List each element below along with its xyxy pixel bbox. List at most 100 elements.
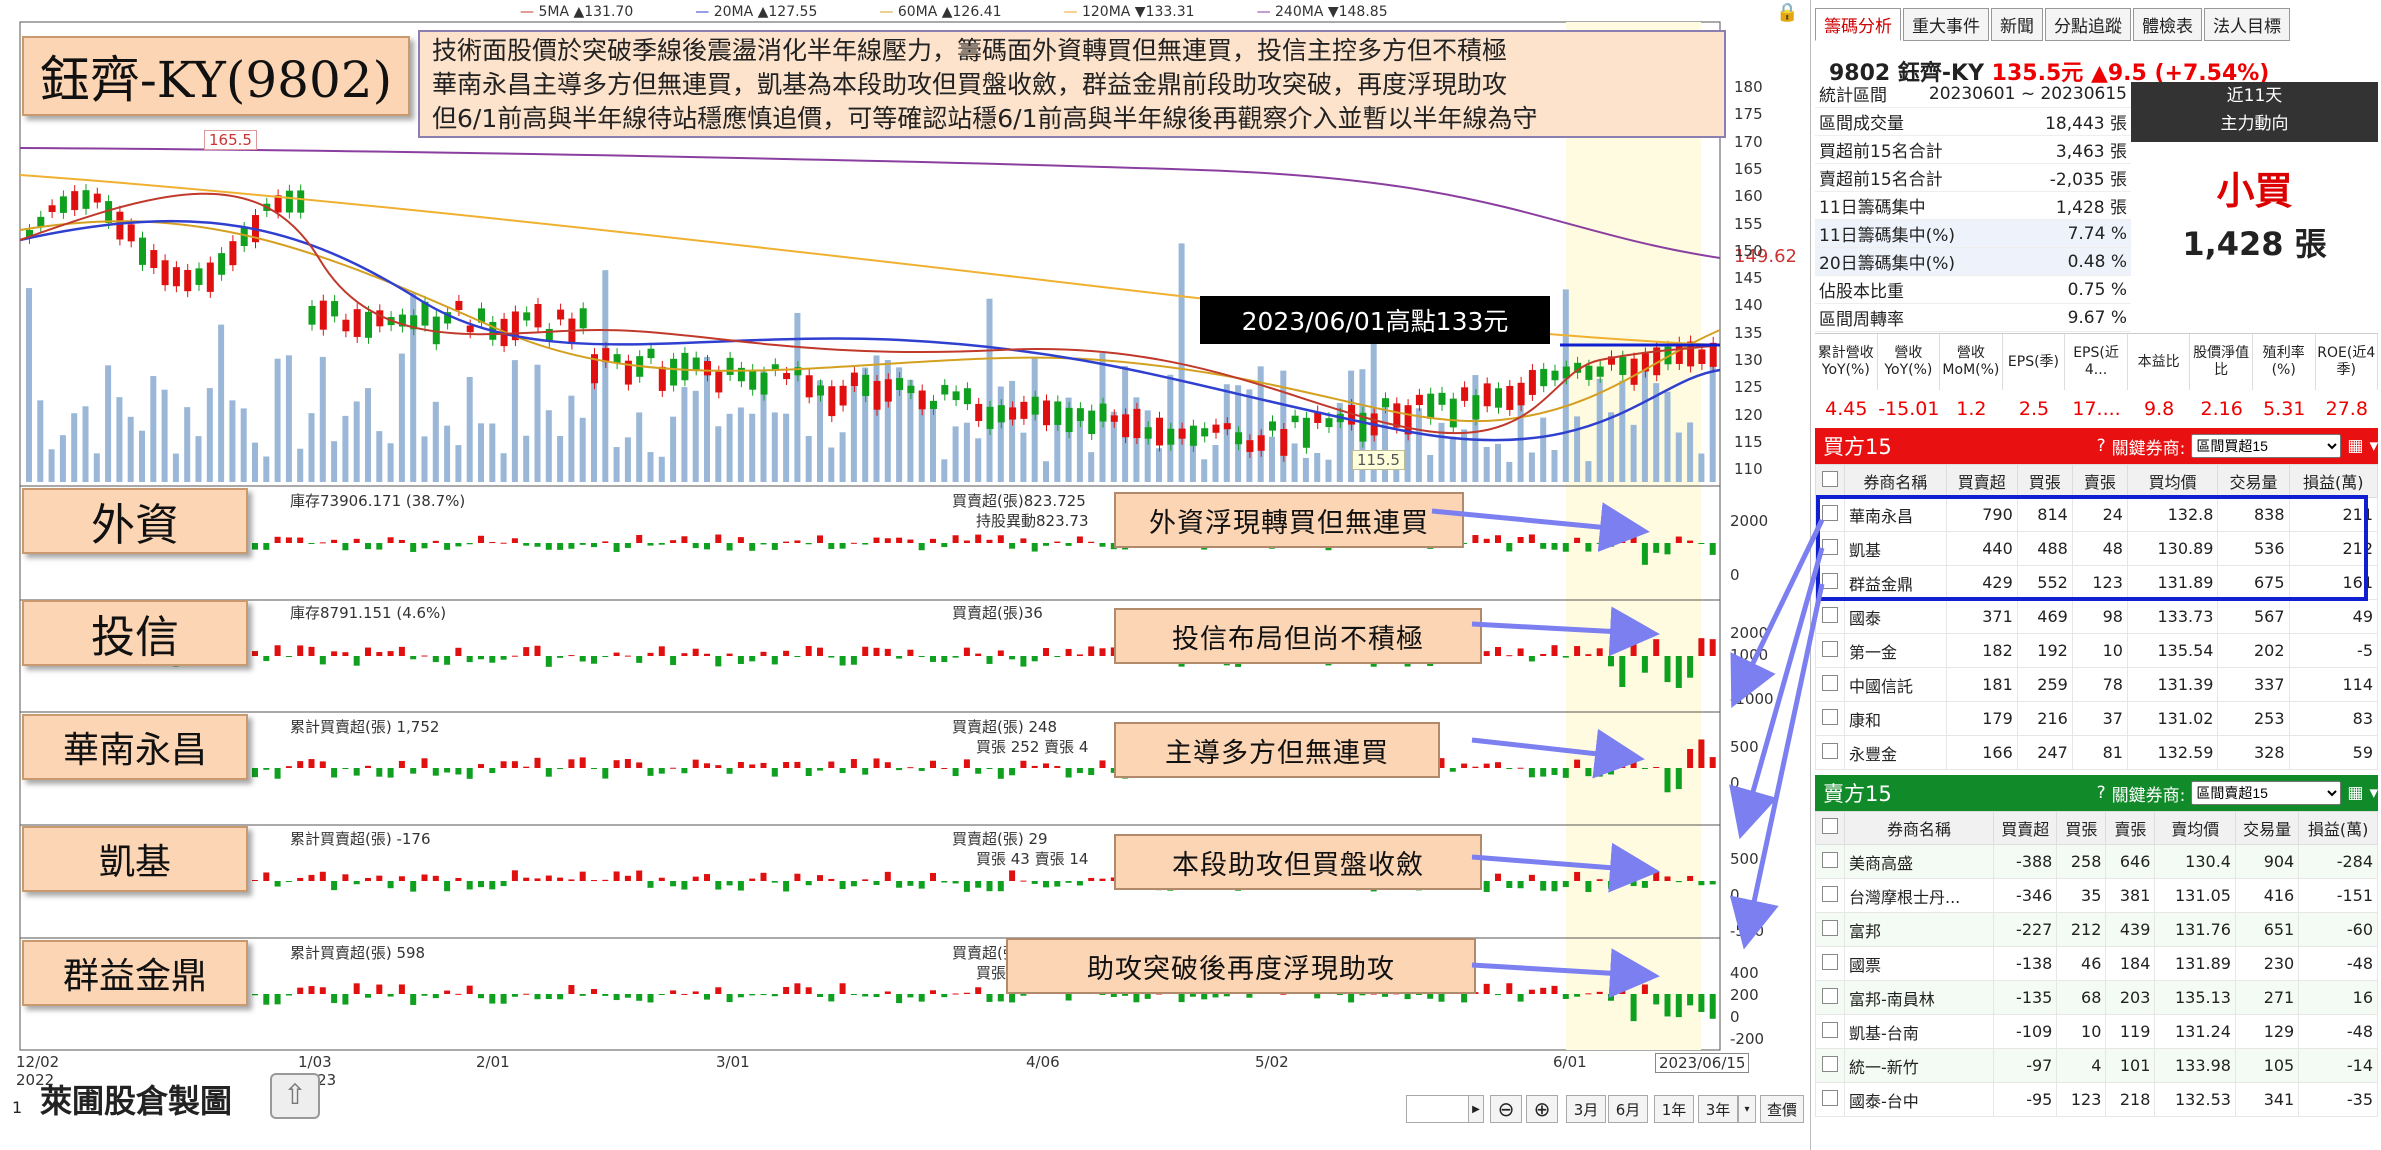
sell-filter-select[interactable]: 區間賣超15 <box>2191 781 2342 805</box>
grid-icon[interactable]: ▦ <box>2347 783 2363 803</box>
flow-bar <box>704 763 710 768</box>
tab-major-events[interactable]: 重大事件 <box>1903 8 1989 41</box>
table-row[interactable]: 富邦-南員林 -135 68 203 135.13 271 16 <box>1815 980 2378 1015</box>
column-header[interactable]: 券商名稱 <box>1844 464 1947 498</box>
range-1y-button[interactable]: 1年 <box>1654 1095 1694 1123</box>
flow-bar <box>1687 875 1694 881</box>
tab-health-check[interactable]: 體檢表 <box>2133 8 2202 41</box>
table-cell: 台灣摩根士丹... <box>1843 878 1995 913</box>
column-header[interactable]: 賣均價 <box>2154 811 2236 845</box>
tab-news[interactable]: 新聞 <box>1991 8 2043 41</box>
flow-bar <box>331 881 338 891</box>
range-dropdown-icon[interactable]: ▾ <box>1738 1095 1756 1123</box>
row-checkbox[interactable] <box>1822 1089 1838 1106</box>
column-header[interactable]: 賣張 <box>2071 464 2128 498</box>
row-checkbox[interactable] <box>1822 987 1838 1004</box>
help-icon[interactable]: ? <box>2097 783 2106 803</box>
kpi-header[interactable]: 股價淨值比 <box>2190 334 2253 390</box>
range-3m-button[interactable]: 3月 <box>1566 1095 1606 1123</box>
table-row[interactable]: 凱基-台南 -109 10 119 131.24 129 -48 <box>1815 1014 2378 1049</box>
range-3y-button[interactable]: 3年 <box>1698 1095 1738 1123</box>
column-header[interactable]: 交易量 <box>2217 464 2290 498</box>
column-header[interactable]: 交易量 <box>2234 811 2300 845</box>
row-checkbox[interactable] <box>1822 674 1838 691</box>
tab-analyst-targets[interactable]: 法人目標 <box>2204 8 2290 41</box>
flow-bar <box>839 543 846 549</box>
kpi-header[interactable]: EPS(季) <box>2003 334 2066 390</box>
column-header[interactable]: 券商名稱 <box>1843 811 1995 845</box>
row-checkbox[interactable] <box>1822 708 1838 725</box>
row-checkbox[interactable] <box>1822 742 1838 759</box>
kpi-header[interactable]: 營收MoM(%) <box>1940 334 2003 390</box>
kpi-header[interactable]: 本益比 <box>2128 334 2191 390</box>
table-row[interactable]: 美商高盛 -388 258 646 130.4 904 -284 <box>1815 844 2378 879</box>
scroll-right-button[interactable]: ▶ <box>1468 1095 1484 1123</box>
query-button[interactable]: 查價 <box>1760 1095 1804 1123</box>
chevron-down-icon[interactable]: ▾ <box>2369 436 2378 456</box>
column-header[interactable]: 買均價 <box>2126 464 2219 498</box>
buy-filter-select[interactable]: 區間買超15 <box>2191 434 2342 458</box>
row-checkbox[interactable] <box>1822 919 1838 936</box>
chevron-down-icon[interactable]: ▾ <box>2369 783 2378 803</box>
row-checkbox[interactable] <box>1822 606 1838 623</box>
table-row[interactable]: 統一-新竹 -97 4 101 133.98 105 -14 <box>1815 1048 2378 1083</box>
zoom-in-icon[interactable]: ⊕ <box>1526 1095 1558 1123</box>
kpi-header[interactable]: 殖利率(%) <box>2253 334 2316 390</box>
kpi-header[interactable]: ROE(近4季) <box>2316 334 2379 390</box>
column-header[interactable]: 賣張 <box>2105 811 2156 845</box>
table-cell: 184 <box>2105 946 2156 981</box>
column-header[interactable]: 買張 <box>2016 464 2073 498</box>
flow-bar <box>444 543 451 550</box>
row-checkbox[interactable] <box>1822 885 1838 902</box>
x-label-0406: 4/06 <box>1026 1053 1060 1071</box>
row-checkbox[interactable] <box>1822 953 1838 970</box>
help-icon[interactable]: ? <box>2097 436 2106 456</box>
tab-chip-analysis[interactable]: 籌碼分析 <box>1815 8 1901 41</box>
column-header[interactable]: 損益(萬) <box>2288 464 2378 498</box>
grid-icon[interactable]: ▦ <box>2347 436 2363 456</box>
table-row[interactable]: 第一金 182 192 10 135.54 202 -5 <box>1815 633 2378 668</box>
column-header[interactable]: 買賣超 <box>1945 464 2018 498</box>
table-row[interactable]: 國泰-台中 -95 123 218 132.53 341 -35 <box>1815 1082 2378 1117</box>
flow-bar <box>715 656 722 667</box>
column-header[interactable]: 買張 <box>2056 811 2107 845</box>
flow-bar <box>715 765 722 768</box>
flow-bar <box>1483 983 1490 994</box>
flow-bar <box>839 983 846 994</box>
ma-legend: — 5MA ▲131.70 — 20MA ▲127.55 — 60MA ▲126… <box>520 4 1388 20</box>
flow-bar <box>918 656 925 657</box>
kpi-header[interactable]: EPS(近4... <box>2065 334 2128 390</box>
flow-bar <box>511 994 518 997</box>
row-checkbox[interactable] <box>1822 1055 1838 1072</box>
table-row[interactable]: 中國信託 181 259 78 131.39 337 114 <box>1815 667 2378 702</box>
column-header[interactable]: 買賣超 <box>1993 811 2058 845</box>
row-checkbox[interactable] <box>1822 1021 1838 1038</box>
panel-axis-tick: 1000 <box>1730 646 1769 664</box>
flow-bar <box>1506 983 1513 994</box>
table-row[interactable]: 永豐金 166 247 81 132.59 328 59 <box>1815 735 2378 770</box>
flow-bar <box>749 994 756 996</box>
kpi-value: 4.45 <box>1825 398 1868 420</box>
credit-up-icon[interactable]: ⇧ <box>270 1073 320 1119</box>
row-checkbox[interactable] <box>1822 640 1838 657</box>
kpi-header[interactable]: 累計營收YoY(%) <box>1815 334 1878 390</box>
table-row[interactable]: 台灣摩根士丹... -346 35 381 131.05 416 -151 <box>1815 878 2378 913</box>
table-cell: 59 <box>2288 735 2378 770</box>
select-all-checkbox[interactable] <box>1822 471 1838 487</box>
zoom-out-icon[interactable]: ⊖ <box>1490 1095 1522 1123</box>
select-all-checkbox[interactable] <box>1822 818 1838 834</box>
table-row[interactable]: 富邦 -227 212 439 131.76 651 -60 <box>1815 912 2378 947</box>
stock-chart[interactable] <box>0 0 1800 1150</box>
column-header[interactable]: 損益(萬) <box>2298 811 2378 845</box>
table-row[interactable]: 康和 179 216 37 131.02 253 83 <box>1815 701 2378 736</box>
tab-broker-tracking[interactable]: 分點追蹤 <box>2045 8 2131 41</box>
kpi-header[interactable]: 營收YoY(%) <box>1878 334 1941 390</box>
volume-bar <box>161 389 168 482</box>
lock-icon[interactable]: 🔒 <box>1776 2 1798 23</box>
table-row[interactable]: 國票 -138 46 184 131.89 230 -48 <box>1815 946 2378 981</box>
flow-bar <box>828 878 835 881</box>
range-6m-button[interactable]: 6月 <box>1608 1095 1648 1123</box>
row-checkbox[interactable] <box>1822 851 1838 868</box>
table-row[interactable]: 國泰 371 469 98 133.73 567 49 <box>1815 599 2378 634</box>
chip-stats: 統計區間 20230601 ~ 20230615 區間成交量 18,443 張買超前1… <box>1815 80 2131 332</box>
